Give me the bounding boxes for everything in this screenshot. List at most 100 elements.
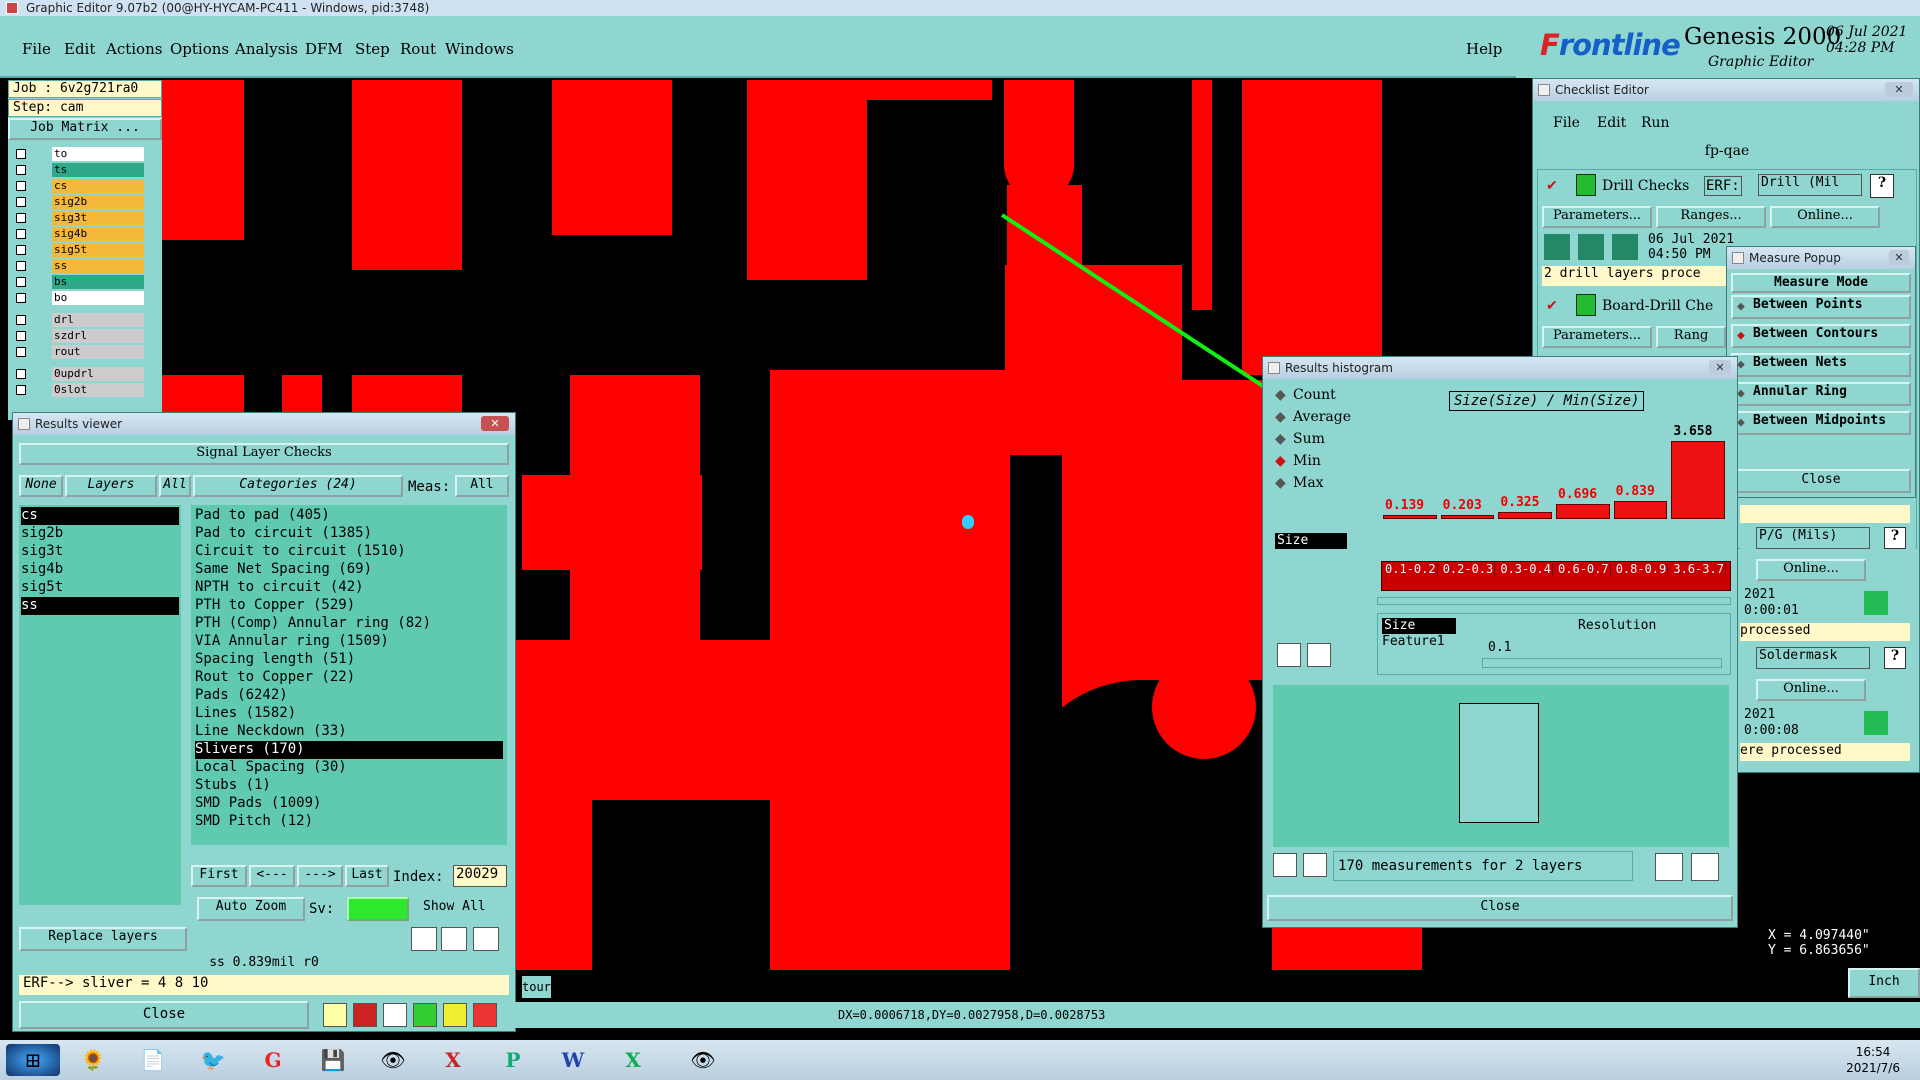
- menu-analysis[interactable]: Analysis: [235, 40, 298, 58]
- layer-checkbox[interactable]: [16, 385, 26, 395]
- app-icon[interactable]: 👁: [366, 1044, 420, 1076]
- layer-row-sig3t[interactable]: sig3t: [12, 210, 162, 226]
- menu-step[interactable]: Step: [355, 40, 390, 58]
- category-item[interactable]: PTH to Copper (529): [195, 597, 503, 615]
- ranges-button[interactable]: Ranges...: [1656, 206, 1766, 228]
- notepad-icon[interactable]: 📄: [126, 1044, 180, 1076]
- category-item[interactable]: VIA Annular ring (1509): [195, 633, 503, 651]
- layer-checkbox[interactable]: [16, 277, 26, 287]
- all-button[interactable]: All: [159, 475, 191, 497]
- last-button[interactable]: Last: [345, 865, 389, 887]
- ref-icon[interactable]: [1303, 853, 1327, 877]
- layer-checkbox[interactable]: [16, 369, 26, 379]
- category-item[interactable]: Lines (1582): [195, 705, 503, 723]
- ref-icon[interactable]: [441, 927, 467, 951]
- resolution-slider[interactable]: [1482, 658, 1722, 668]
- measure-option[interactable]: Between Nets ◆: [1731, 353, 1911, 377]
- undo-icon[interactable]: [473, 927, 499, 951]
- show-all-checkbox[interactable]: Show All: [423, 899, 486, 914]
- export-icon[interactable]: [1655, 853, 1683, 881]
- result-layer-item[interactable]: sig2b: [21, 525, 179, 543]
- menu-options[interactable]: Options: [170, 40, 229, 58]
- first-button[interactable]: First: [191, 865, 247, 887]
- layer-checkbox[interactable]: [16, 197, 26, 207]
- category-item[interactable]: Slivers (170): [195, 741, 503, 759]
- close-icon[interactable]: ✕: [1709, 360, 1731, 375]
- category-item[interactable]: Same Net Spacing (69): [195, 561, 503, 579]
- close-icon[interactable]: ✕: [1885, 82, 1913, 97]
- layers-button[interactable]: Layers: [65, 475, 157, 497]
- res-feature[interactable]: Feature1: [1382, 634, 1445, 649]
- tool-icon[interactable]: [323, 1003, 347, 1027]
- close-icon[interactable]: ✕: [1889, 250, 1909, 265]
- histogram-icon[interactable]: [473, 1003, 497, 1027]
- histogram-bar[interactable]: [1498, 512, 1552, 519]
- del-icon[interactable]: [411, 927, 437, 951]
- check-mark-icon[interactable]: ✔: [1546, 178, 1558, 194]
- x-icon[interactable]: X: [426, 1044, 480, 1076]
- histogram-option[interactable]: Max ◆: [1271, 475, 1371, 497]
- layer-row-cs[interactable]: cs: [12, 178, 162, 194]
- layer-checkbox[interactable]: [16, 149, 26, 159]
- layer-row-rout[interactable]: rout: [12, 344, 162, 360]
- size-field[interactable]: Size: [1275, 533, 1347, 549]
- online-button[interactable]: Online...: [1756, 679, 1866, 701]
- close-button[interactable]: Close: [19, 1001, 309, 1029]
- histogram-close-button[interactable]: Close: [1267, 895, 1733, 921]
- app-icon[interactable]: 👁: [676, 1044, 730, 1076]
- category-item[interactable]: SMD Pads (1009): [195, 795, 503, 813]
- index-input[interactable]: 20029: [453, 865, 507, 887]
- del-icon[interactable]: [1273, 853, 1297, 877]
- layer-checkbox[interactable]: [16, 245, 26, 255]
- measure-close-button[interactable]: Close: [1731, 469, 1911, 493]
- clock[interactable]: 16:54 2021/7/6: [1846, 1044, 1900, 1076]
- next-button[interactable]: --->: [297, 865, 343, 887]
- ranges-button[interactable]: Rang: [1656, 326, 1726, 348]
- excel-icon[interactable]: X: [606, 1044, 660, 1076]
- result-layer-list[interactable]: cs sig2b sig3t sig4b sig5t ss: [19, 505, 181, 905]
- start-button[interactable]: ⊞: [6, 1044, 60, 1076]
- menu-run[interactable]: Run: [1641, 115, 1670, 131]
- help-icon[interactable]: ?: [1884, 647, 1906, 669]
- none-button[interactable]: None: [19, 475, 63, 497]
- layer-checkbox[interactable]: [16, 213, 26, 223]
- measure-option[interactable]: Between Midpoints ◆: [1731, 411, 1911, 435]
- prev-button[interactable]: <---: [249, 865, 295, 887]
- layer-checkbox[interactable]: [16, 331, 26, 341]
- layer-row-sig2b[interactable]: sig2b: [12, 194, 162, 210]
- menu-edit[interactable]: Edit: [1597, 115, 1626, 131]
- parameters-button[interactable]: Parameters...: [1542, 326, 1652, 348]
- category-list[interactable]: Pad to pad (405) Pad to circuit (1385) Cir…: [191, 505, 507, 845]
- layer-row-0updrl[interactable]: 0updrl: [12, 366, 162, 382]
- category-item[interactable]: PTH (Comp) Annular ring (82): [195, 615, 503, 633]
- histogram-bar[interactable]: [1556, 504, 1610, 519]
- res-size[interactable]: Size: [1382, 618, 1456, 634]
- save-icon[interactable]: 💾: [306, 1044, 360, 1076]
- category-item[interactable]: Line Neckdown (33): [195, 723, 503, 741]
- histogram-bar[interactable]: [1613, 501, 1668, 519]
- layer-checkbox[interactable]: [16, 347, 26, 357]
- genesis-icon[interactable]: G: [246, 1044, 300, 1076]
- help-icon[interactable]: ?: [1870, 174, 1894, 198]
- ref-icon[interactable]: [1307, 643, 1331, 667]
- menu-dfm[interactable]: DFM: [305, 40, 343, 58]
- histogram-scrollbar[interactable]: [1377, 597, 1731, 605]
- p-icon[interactable]: P: [486, 1044, 540, 1076]
- histogram-option[interactable]: Count ◆: [1271, 387, 1371, 409]
- search-icon[interactable]: [1864, 591, 1888, 615]
- histogram-bar[interactable]: [1440, 514, 1495, 519]
- layer-row-0slot[interactable]: 0slot: [12, 382, 162, 398]
- layer-checkbox[interactable]: [16, 293, 26, 303]
- layer-checkbox[interactable]: [16, 261, 26, 271]
- layer-checkbox[interactable]: [16, 229, 26, 239]
- histogram-bar[interactable]: [1383, 515, 1437, 519]
- menu-file[interactable]: File: [22, 40, 51, 58]
- tool-icon[interactable]: [353, 1003, 377, 1027]
- layer-checkbox[interactable]: [16, 315, 26, 325]
- replace-layers-dropdown[interactable]: Replace layers: [19, 927, 187, 951]
- category-item[interactable]: Local Spacing (30): [195, 759, 503, 777]
- del-icon[interactable]: [1277, 643, 1301, 667]
- online-button[interactable]: Online...: [1756, 559, 1866, 581]
- histogram-bar[interactable]: [1671, 441, 1725, 519]
- check-mark-icon[interactable]: ✔: [1546, 298, 1558, 314]
